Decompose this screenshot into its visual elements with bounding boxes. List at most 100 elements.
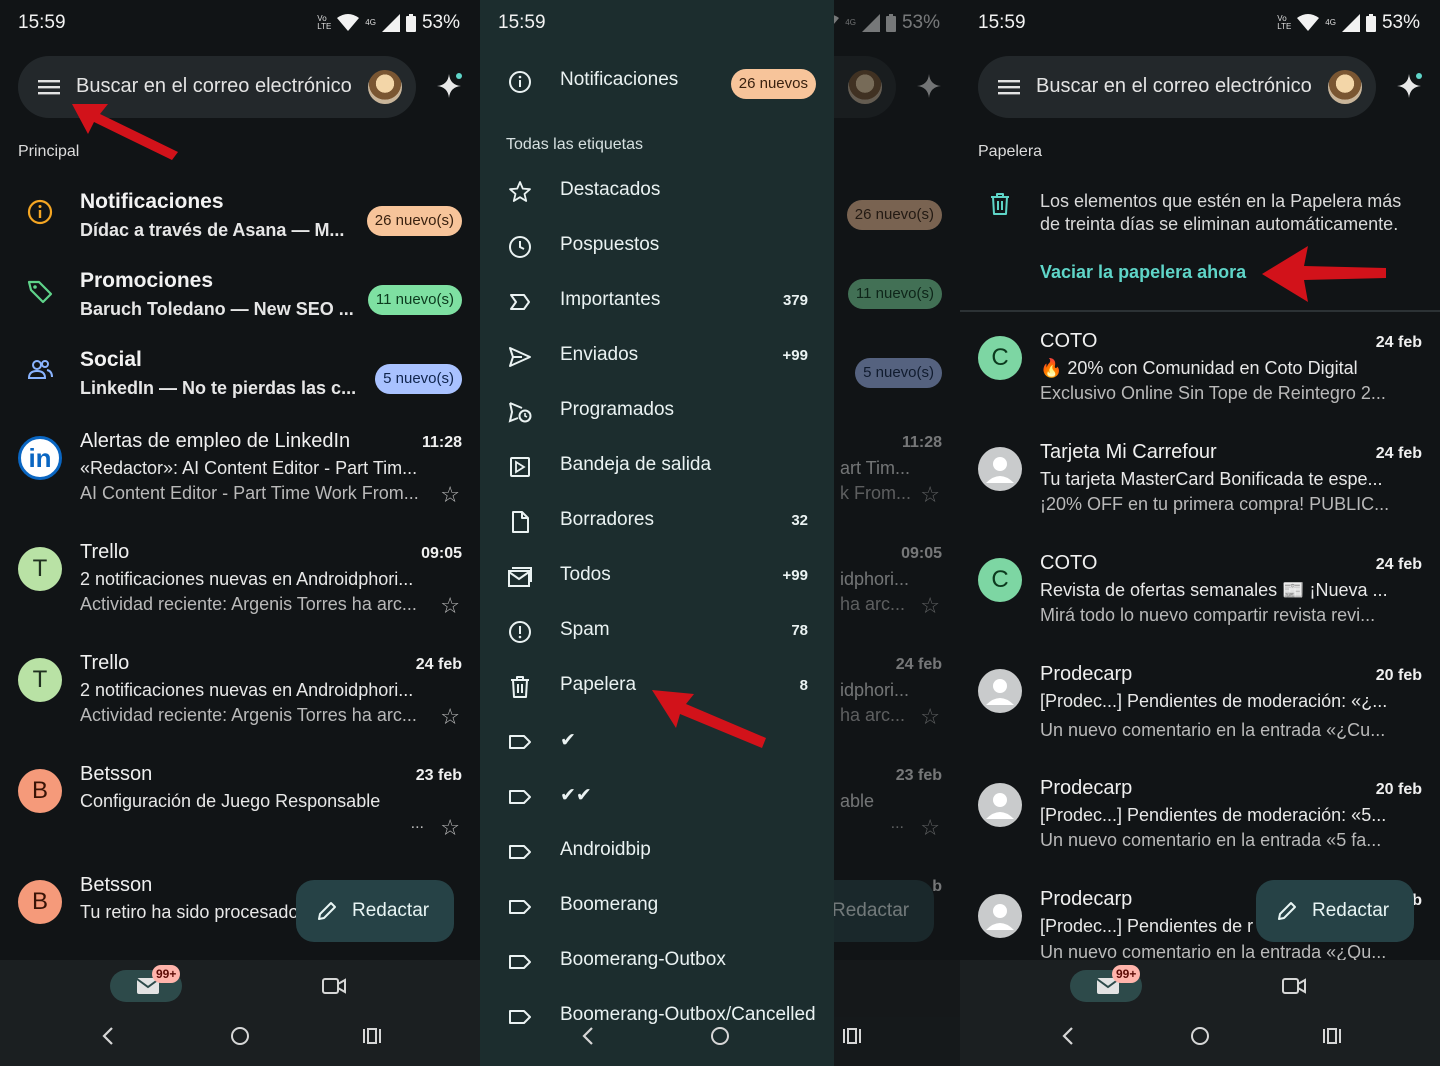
- person-avatar-icon: [978, 783, 1022, 827]
- new-count-badge: 26 nuevo(s): [846, 200, 942, 230]
- status-time: 15:59: [498, 12, 546, 33]
- search-input[interactable]: Buscar en el correo electrónico: [76, 75, 352, 98]
- send-icon: [509, 347, 531, 367]
- unread-count-badge: 99+: [152, 965, 181, 983]
- email-sender: Betsson: [80, 763, 153, 785]
- star-icon[interactable]: ☆: [440, 815, 460, 841]
- red-arrow-annotation: [1262, 246, 1386, 302]
- email-row[interactable]: T Trello 24 feb 2 notificaciones nuevas …: [0, 652, 480, 760]
- signal-icon: [861, 14, 880, 32]
- people-icon: [27, 360, 53, 379]
- drawer-item-sent[interactable]: Enviados +99: [480, 331, 834, 386]
- drawer-item-label: ✔: [560, 730, 576, 751]
- drawer-item-label: ✔✔: [560, 785, 592, 806]
- network-type: 4G: [365, 18, 376, 27]
- category-social[interactable]: Social LinkedIn — No te pierdas las c...…: [0, 342, 480, 418]
- gemini-sparkle-icon: [917, 74, 941, 98]
- all-labels-heading: Todas las etiquetas: [506, 136, 643, 153]
- label-icon: [509, 790, 531, 804]
- account-avatar[interactable]: [368, 70, 402, 104]
- star-icon[interactable]: ☆: [440, 593, 460, 619]
- email-snippet: Un nuevo comentario en la entrada «¿Cu..…: [1040, 720, 1386, 740]
- pencil-icon: [318, 902, 336, 920]
- home-icon[interactable]: [710, 1026, 730, 1046]
- back-icon[interactable]: [580, 1026, 596, 1046]
- email-snippet: Actividad reciente: Argenis Torres ha ar…: [80, 705, 417, 725]
- home-icon[interactable]: [1190, 1026, 1210, 1046]
- battery-level: 53%: [421, 12, 460, 33]
- account-avatar[interactable]: [1328, 70, 1362, 104]
- star-icon: ☆: [920, 704, 940, 729]
- drawer-item-label: Todos: [560, 564, 611, 585]
- search-input[interactable]: Buscar en el correo electrónico: [1036, 75, 1312, 98]
- info-icon: [509, 71, 531, 93]
- recents-icon[interactable]: [362, 1026, 382, 1046]
- recents-icon[interactable]: [1322, 1026, 1342, 1046]
- email-row[interactable]: Prodecarp 20 feb [Prodec...] Pendientes …: [960, 777, 1440, 885]
- compose-button[interactable]: Redactar: [296, 880, 454, 942]
- email-row[interactable]: Tarjeta Mi Carrefour 24 feb Tu tarjeta M…: [960, 441, 1440, 549]
- new-count-badge: 5 nuevo(s): [855, 358, 942, 388]
- home-icon[interactable]: [230, 1026, 250, 1046]
- pencil-icon: [1278, 902, 1296, 920]
- drawer-item-androidbip[interactable]: Androidbip: [480, 826, 834, 881]
- drawer-item-label: Spam: [560, 619, 610, 640]
- outbox-icon: [510, 457, 530, 477]
- drawer-item-label: Boomerang-Outbox/Cancelled: [560, 1004, 816, 1025]
- label-icon: [509, 735, 531, 749]
- email-date: 24 feb: [1375, 334, 1422, 351]
- label-icon: [509, 955, 531, 969]
- empty-trash-button[interactable]: Vaciar la papelera ahora: [1040, 262, 1246, 283]
- back-icon[interactable]: [100, 1026, 116, 1046]
- star-icon[interactable]: ☆: [440, 482, 460, 508]
- email-subject: 2 notificaciones nuevas en Androidphori.…: [80, 680, 414, 700]
- email-row[interactable]: C COTO 24 feb 🔥 20% con Comunidad en Cot…: [960, 330, 1440, 438]
- category-title: Promociones: [80, 269, 214, 292]
- drawer-item-all-mail[interactable]: Todos +99: [480, 551, 834, 606]
- wifi-icon: [1297, 14, 1320, 31]
- video-icon[interactable]: [1282, 976, 1306, 996]
- category-notifications[interactable]: Notificaciones Dídac a través de Asana —…: [0, 184, 480, 260]
- video-icon[interactable]: [322, 976, 346, 996]
- email-row[interactable]: Prodecarp 20 feb [Prodec...] Pendientes …: [960, 663, 1440, 771]
- email-row[interactable]: T Trello 09:05 2 notificaciones nuevas e…: [0, 541, 480, 649]
- drawer-item-boomerang-outbox[interactable]: Boomerang-Outbox: [480, 936, 834, 991]
- email-date: 20 feb: [1375, 667, 1422, 684]
- drawer-item-important[interactable]: Importantes 379: [480, 276, 834, 331]
- label-icon: [509, 900, 531, 914]
- star-icon: ☆: [920, 593, 940, 618]
- drawer-item-boomerang[interactable]: Boomerang: [480, 881, 834, 936]
- star-icon[interactable]: ☆: [440, 704, 460, 730]
- drawer-item-snoozed[interactable]: Pospuestos: [480, 221, 834, 276]
- menu-icon[interactable]: [998, 76, 1020, 98]
- navigation-drawer-screen: Vo LTE 4G 53% 26 nuevo(s) 11 nuevo(s) 5 …: [480, 0, 960, 1066]
- compose-button[interactable]: Redactar: [1256, 880, 1414, 942]
- compose-label: Redactar: [352, 900, 430, 921]
- system-nav: [480, 1026, 960, 1056]
- email-row[interactable]: in Alertas de empleo de LinkedIn 11:28 «…: [0, 430, 480, 538]
- category-promotions[interactable]: Promociones Baruch Toledano — New SEO ..…: [0, 263, 480, 339]
- email-row[interactable]: C COTO 24 feb Revista de ofertas semanal…: [960, 552, 1440, 660]
- menu-icon[interactable]: [38, 76, 60, 98]
- gemini-sparkle-icon[interactable]: [436, 72, 464, 100]
- drawer-item-scheduled[interactable]: Programados: [480, 386, 834, 441]
- email-row[interactable]: B Betsson 23 feb Configuración de Juego …: [0, 763, 480, 871]
- info-icon: [27, 199, 53, 225]
- new-count-badge: 5 nuevo(s): [375, 364, 462, 394]
- drawer-item-spam[interactable]: Spam 78: [480, 606, 834, 661]
- trash-icon: [511, 676, 529, 698]
- drawer-item-starred[interactable]: Destacados: [480, 166, 834, 221]
- category-subtitle: Baruch Toledano — New SEO ...: [80, 299, 354, 319]
- search-bar[interactable]: Buscar en el correo electrónico: [978, 56, 1376, 118]
- gemini-sparkle-icon[interactable]: [1396, 72, 1424, 100]
- back-icon[interactable]: [1060, 1026, 1076, 1046]
- drawer-item-count: 8: [799, 677, 808, 694]
- recents-icon[interactable]: [842, 1026, 862, 1046]
- drawer-item-label-double-check[interactable]: ✔✔: [480, 771, 834, 826]
- inbox-screen: 15:59 Vo LTE 4G 53% Buscar en el correo …: [0, 0, 480, 1066]
- drawer-item-label: Bandeja de salida: [560, 454, 712, 475]
- battery-level: 53%: [1381, 12, 1420, 33]
- drawer-item-drafts[interactable]: Borradores 32: [480, 496, 834, 551]
- drawer-item-outbox[interactable]: Bandeja de salida: [480, 441, 834, 496]
- sender-avatar: T: [18, 658, 62, 702]
